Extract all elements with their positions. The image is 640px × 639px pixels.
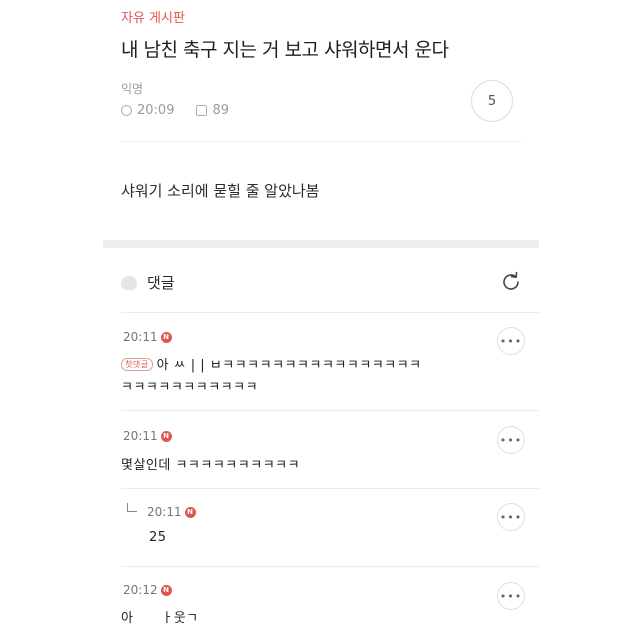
comment-more-button[interactable]: ••• — [497, 503, 525, 531]
comments-label: 댓글 — [147, 274, 175, 292]
first-comment-badge: 첫댓글 — [121, 358, 153, 371]
divider — [121, 312, 539, 313]
board-name[interactable]: 자유 게시판 — [121, 7, 185, 26]
new-badge: N — [160, 430, 172, 442]
new-badge: N — [160, 584, 172, 596]
divider — [121, 488, 539, 489]
post-time: 20:09 — [137, 103, 175, 118]
comment-meta: 20:11 N — [147, 505, 196, 519]
new-badge: N — [160, 331, 172, 343]
comment-time: 20:11 — [123, 330, 158, 344]
comment-bubble-icon — [121, 275, 137, 290]
comment-time: 20:12 — [123, 583, 158, 597]
post-author: 익명 — [121, 82, 144, 96]
section-divider — [103, 240, 539, 248]
comment-text: 첫댓글 아 ㅆ | | ㅂㅋㅋㅋㅋㅋㅋㅋㅋㅋㅋㅋㅋㅋㅋㅋㅋ — [121, 354, 422, 373]
comment-meta: 20:11 N — [123, 330, 172, 344]
comment-meta: 20:11 N — [123, 429, 172, 443]
comment-text: 몇살인데 ㅋㅋㅋㅋㅋㅋㅋㅋㅋㅋ — [121, 458, 301, 473]
reply-arrow-icon — [127, 503, 137, 512]
comment-more-button[interactable]: ••• — [497, 327, 525, 355]
divider — [121, 410, 539, 411]
comment-meta: 20:12 N — [123, 583, 172, 597]
comment-text: 아 ㅏ웃ㄱ — [121, 611, 199, 626]
comment-more-button[interactable]: ••• — [497, 426, 525, 454]
comment-line: ㅋㅋㅋㅋㅋㅋㅋㅋㅋㅋㅋ — [121, 380, 259, 395]
comment-line: 아 ㅆ | | ㅂㅋㅋㅋㅋㅋㅋㅋㅋㅋㅋㅋㅋㅋㅋㅋㅋ — [156, 358, 422, 373]
comment-time: 20:11 — [147, 505, 182, 519]
comment-text: 25 — [149, 530, 167, 545]
post-views: 89 — [212, 103, 230, 118]
post-body: 샤워기 소리에 묻힐 줄 알았나봄 — [121, 182, 320, 200]
comments-header: 댓글 — [121, 272, 175, 293]
post-meta: 20:09 89 — [121, 103, 229, 118]
divider — [121, 566, 539, 567]
comment-time: 20:11 — [123, 429, 158, 443]
comment-more-button[interactable]: ••• — [497, 582, 525, 610]
divider — [121, 141, 521, 142]
new-badge: N — [184, 506, 196, 518]
comment-count-button[interactable]: 5 — [471, 80, 513, 122]
clock-icon — [121, 105, 132, 116]
views-icon — [196, 105, 208, 116]
post-title: 내 남친 축구 지는 거 보고 샤워하면서 운다 — [121, 39, 449, 61]
refresh-icon[interactable] — [499, 270, 523, 294]
